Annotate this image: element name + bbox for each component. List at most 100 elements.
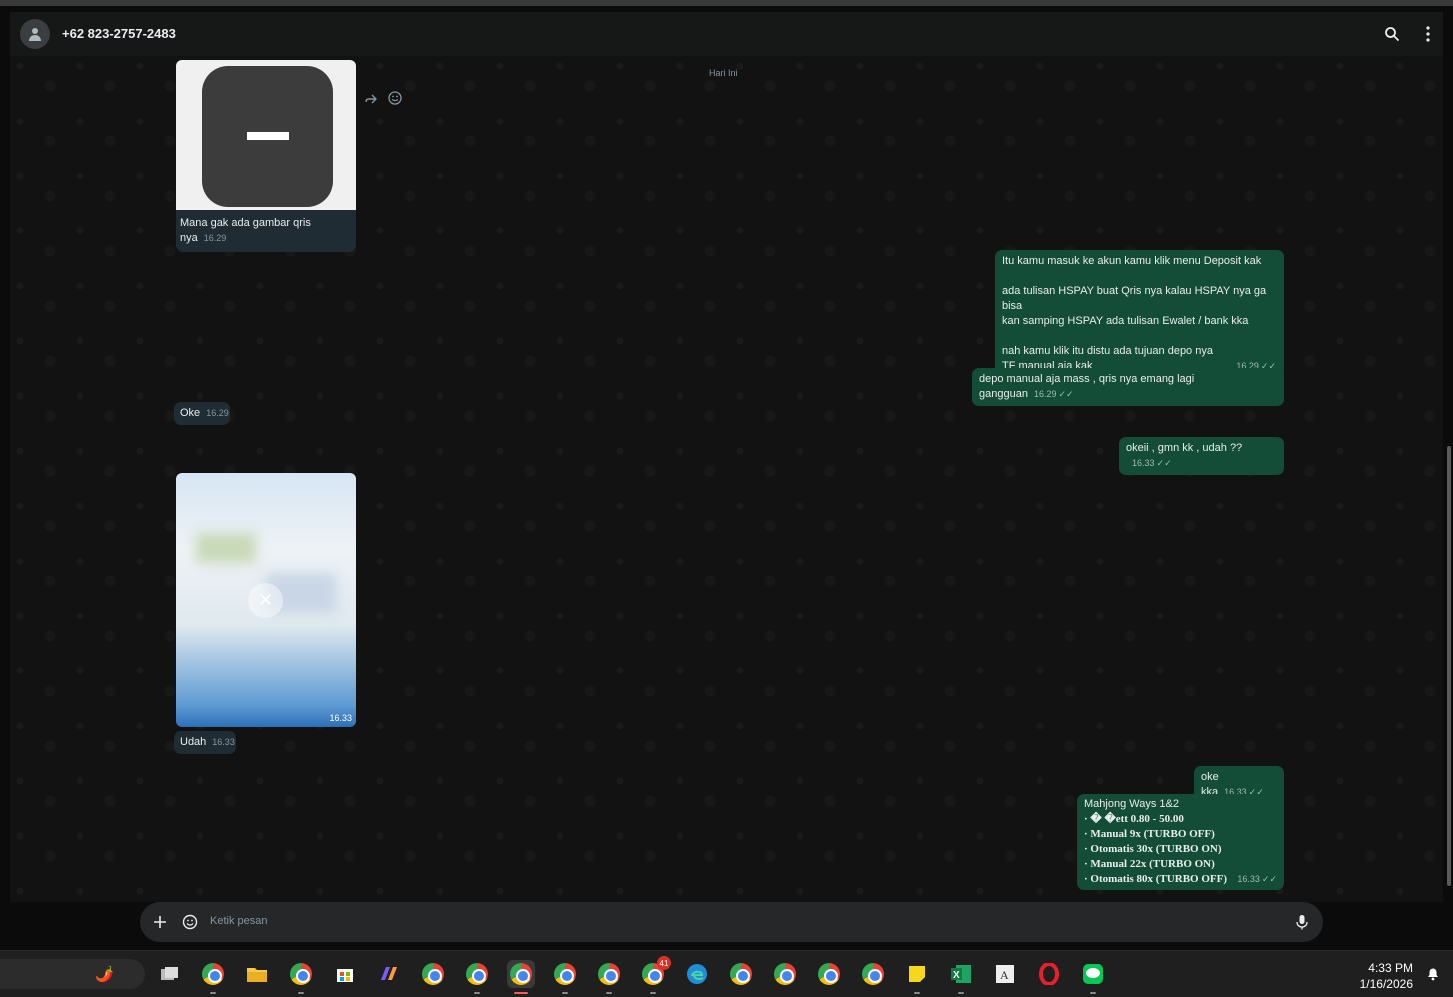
day-divider: Hari Ini	[709, 68, 738, 78]
clock-time: 4:33 PM	[1368, 961, 1413, 975]
chrome-taskbar-app[interactable]	[287, 960, 315, 994]
chat-header: +62 823-2757-2483	[10, 12, 1443, 56]
plus-icon	[154, 916, 166, 928]
attach-button[interactable]	[148, 910, 172, 934]
forward-button[interactable]	[364, 92, 380, 108]
contact-name[interactable]: +62 823-2757-2483	[62, 26, 176, 41]
bell-icon	[1428, 968, 1438, 981]
svg-text:X: X	[953, 970, 960, 981]
message-line: · Manual 9x (TURBO OFF)	[1084, 828, 1215, 840]
chrome-icon	[466, 963, 488, 985]
message-bubble-out[interactable]: Mahjong Ways 1&2 · � �ett 0.80 - 50.00 ·…	[1077, 794, 1284, 890]
message-line	[1002, 269, 1276, 284]
sticky-notes-icon	[909, 966, 925, 982]
voice-button[interactable]	[1290, 910, 1314, 934]
taskbar-search[interactable]: 🌶️	[0, 959, 145, 989]
excel-button[interactable]: X	[947, 960, 975, 994]
excel-icon: X	[951, 965, 971, 983]
copilot-icon	[381, 967, 397, 980]
chrome-taskbar-app[interactable]: 41	[639, 956, 671, 994]
read-ticks-icon: ✓✓	[1261, 874, 1277, 884]
line-icon	[1083, 964, 1103, 984]
chrome-icon	[422, 963, 444, 985]
chrome-taskbar-app[interactable]	[551, 960, 579, 994]
task-view-button[interactable]	[156, 960, 184, 988]
message-bubble-in[interactable]: Udah 16.33	[174, 731, 236, 754]
chrome-taskbar-app[interactable]	[199, 960, 227, 994]
edge-icon	[687, 964, 707, 984]
chat-area[interactable]: Hari Ini Mana gak ada gambar qris nya 16.…	[10, 56, 1443, 902]
message-text: okeii , gmn kk , udah ??	[1126, 442, 1243, 454]
image-message[interactable]: ✕ 16.33	[176, 473, 356, 727]
store-icon	[337, 969, 353, 982]
chrome-icon	[774, 963, 796, 985]
message-bubble-out[interactable]: okeii , gmn kk , udah ?? 16.33 ✓✓	[1119, 437, 1284, 475]
message-bubble-in[interactable]: Oke 16.29	[174, 402, 230, 425]
font-viewer-button[interactable]: A	[991, 960, 1019, 988]
message-line: · � �ett 0.80 - 50.00	[1084, 813, 1184, 825]
person-icon	[29, 28, 41, 41]
chrome-icon	[862, 963, 884, 985]
contact-avatar[interactable]	[20, 19, 50, 49]
chrome-icon	[554, 963, 576, 985]
file-explorer-button[interactable]	[243, 960, 271, 988]
chrome-icon	[730, 963, 752, 985]
message-text: depo manual aja mass , qris nya emang la…	[979, 373, 1195, 400]
chrome-taskbar-app[interactable]	[595, 960, 623, 994]
message-line	[1002, 329, 1276, 344]
chrome-taskbar-app[interactable]	[727, 960, 755, 988]
emoji-icon	[388, 91, 402, 105]
microphone-icon	[1296, 915, 1308, 930]
chrome-icon	[290, 963, 312, 985]
sticky-notes-button[interactable]	[903, 960, 931, 994]
message-line: Itu kamu masuk ke akun kamu klik menu De…	[1002, 255, 1262, 267]
search-icon	[1385, 27, 1400, 42]
store-button[interactable]	[331, 960, 359, 988]
message-input[interactable]: Ketik pesan	[210, 915, 267, 927]
chrome-icon	[510, 963, 532, 985]
folder-icon	[247, 968, 267, 982]
chrome-taskbar-app[interactable]	[419, 960, 447, 988]
message-bubble-out[interactable]: Itu kamu masuk ke akun kamu klik menu De…	[995, 250, 1284, 378]
read-ticks-icon: ✓✓	[1156, 458, 1172, 468]
message-line: Mahjong Ways 1&2	[1084, 798, 1179, 810]
system-clock[interactable]: 4:33 PM 1/16/2026	[1360, 960, 1413, 992]
download-cancel-icon[interactable]: ✕	[248, 583, 283, 618]
chrome-taskbar-app-active[interactable]	[507, 960, 535, 994]
task-view-icon	[161, 967, 178, 980]
message-time: 16.29	[206, 408, 229, 418]
chrome-icon	[818, 963, 840, 985]
search-button[interactable]	[1380, 22, 1404, 46]
react-button[interactable]	[388, 91, 404, 107]
svg-text:A: A	[1000, 968, 1009, 982]
notifications-button[interactable]	[1425, 965, 1441, 981]
forward-icon	[365, 94, 377, 104]
message-line: kan samping HSPAY ada tulisan Ewalet / b…	[1002, 315, 1249, 327]
sticker-icon	[182, 914, 198, 930]
message-line: · Otomatis 80x (TURBO OFF)	[1084, 873, 1227, 885]
edge-button[interactable]	[683, 960, 711, 988]
chat-scrollbar[interactable]	[1447, 446, 1451, 886]
message-bubble-in[interactable]: Mana gak ada gambar qris nya 16.29	[176, 210, 356, 252]
notification-badge: 41	[657, 956, 671, 970]
message-line: · Otomatis 30x (TURBO ON)	[1084, 843, 1222, 855]
blurred-preview	[196, 533, 256, 563]
sticker-button[interactable]	[178, 910, 202, 934]
chili-icon: 🌶️	[95, 966, 114, 983]
message-bubble-out[interactable]: depo manual aja mass , qris nya emang la…	[972, 368, 1284, 406]
chrome-taskbar-app[interactable]	[815, 960, 843, 988]
menu-button[interactable]	[1416, 22, 1440, 46]
whatsapp-app: +62 823-2757-2483 Hari Ini Mana gak ada …	[0, 6, 1453, 950]
chrome-taskbar-app[interactable]	[463, 960, 491, 994]
chrome-icon	[598, 963, 620, 985]
message-time: 16.33	[212, 737, 235, 747]
message-text: Mana gak ada gambar qris nya	[180, 217, 311, 244]
line-button[interactable]	[1079, 960, 1107, 994]
copilot-button[interactable]	[375, 960, 403, 988]
message-time: 16.33	[1237, 874, 1260, 884]
message-text: Udah	[180, 736, 207, 748]
chrome-taskbar-app[interactable]	[771, 960, 799, 988]
message-time: 16.29	[203, 233, 227, 243]
opera-button[interactable]	[1035, 960, 1063, 988]
chrome-taskbar-app[interactable]	[859, 960, 887, 988]
